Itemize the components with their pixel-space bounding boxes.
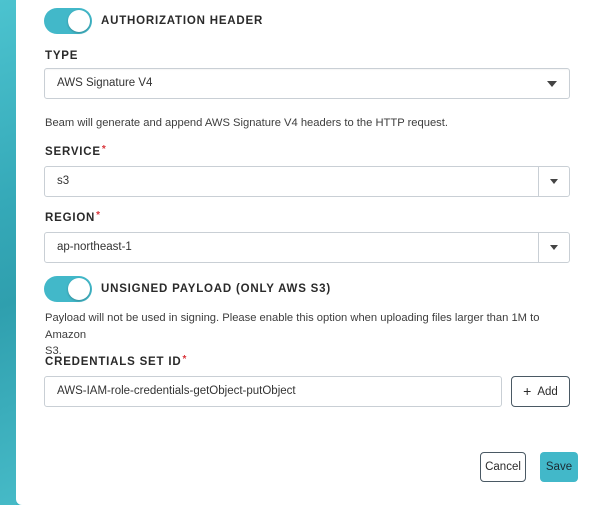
authorization-header-row: AUTHORIZATION HEADER [44, 8, 263, 34]
toggle-knob [68, 278, 90, 300]
unsigned-payload-help: Payload will not be used in signing. Ple… [45, 310, 575, 360]
toggle-knob [68, 10, 90, 32]
cancel-button[interactable]: Cancel [480, 452, 526, 482]
unsigned-payload-label: UNSIGNED PAYLOAD (ONLY AWS S3) [101, 283, 331, 295]
chevron-down-icon [547, 81, 557, 87]
chevron-down-icon[interactable] [550, 179, 558, 184]
required-asterisk: * [101, 144, 107, 155]
chevron-down-icon[interactable] [550, 245, 558, 250]
type-label: TYPE [45, 50, 79, 62]
type-select-value: AWS Signature V4 [57, 77, 153, 89]
credentials-set-id-value: AWS-IAM-role-credentials-getObject-putOb… [57, 385, 296, 397]
unsigned-payload-toggle[interactable] [44, 276, 92, 302]
add-credentials-button[interactable]: + Add [511, 376, 570, 407]
select-divider [538, 233, 539, 262]
select-divider [538, 167, 539, 196]
save-button[interactable]: Save [540, 452, 578, 482]
required-asterisk: * [96, 210, 101, 221]
background-edge [0, 0, 16, 505]
region-select-value: ap-northeast-1 [57, 241, 132, 253]
region-label: REGION* [45, 210, 101, 224]
region-select[interactable]: ap-northeast-1 [44, 232, 570, 263]
service-select-value: s3 [57, 175, 70, 187]
type-select[interactable]: AWS Signature V4 [44, 68, 570, 99]
credentials-label: CREDENTIALS SET ID* [45, 354, 188, 368]
authorization-header-toggle[interactable] [44, 8, 92, 34]
unsigned-payload-help-line1: Payload will not be used in signing. Ple… [45, 312, 540, 341]
add-button-label: Add [537, 385, 558, 398]
settings-panel: AUTHORIZATION HEADER TYPE AWS Signature … [16, 0, 600, 505]
region-label-text: REGION [45, 212, 96, 224]
required-asterisk: * [182, 354, 188, 365]
service-label-text: SERVICE [45, 146, 101, 158]
service-select[interactable]: s3 [44, 166, 570, 197]
service-label: SERVICE* [45, 144, 107, 158]
plus-icon: + [523, 382, 532, 399]
authorization-header-label: AUTHORIZATION HEADER [101, 15, 264, 27]
credentials-set-id-input[interactable]: AWS-IAM-role-credentials-getObject-putOb… [44, 376, 502, 407]
credentials-label-text: CREDENTIALS SET ID [45, 356, 182, 368]
unsigned-payload-row: UNSIGNED PAYLOAD (ONLY AWS S3) [44, 276, 331, 302]
type-help-text: Beam will generate and append AWS Signat… [45, 117, 448, 129]
